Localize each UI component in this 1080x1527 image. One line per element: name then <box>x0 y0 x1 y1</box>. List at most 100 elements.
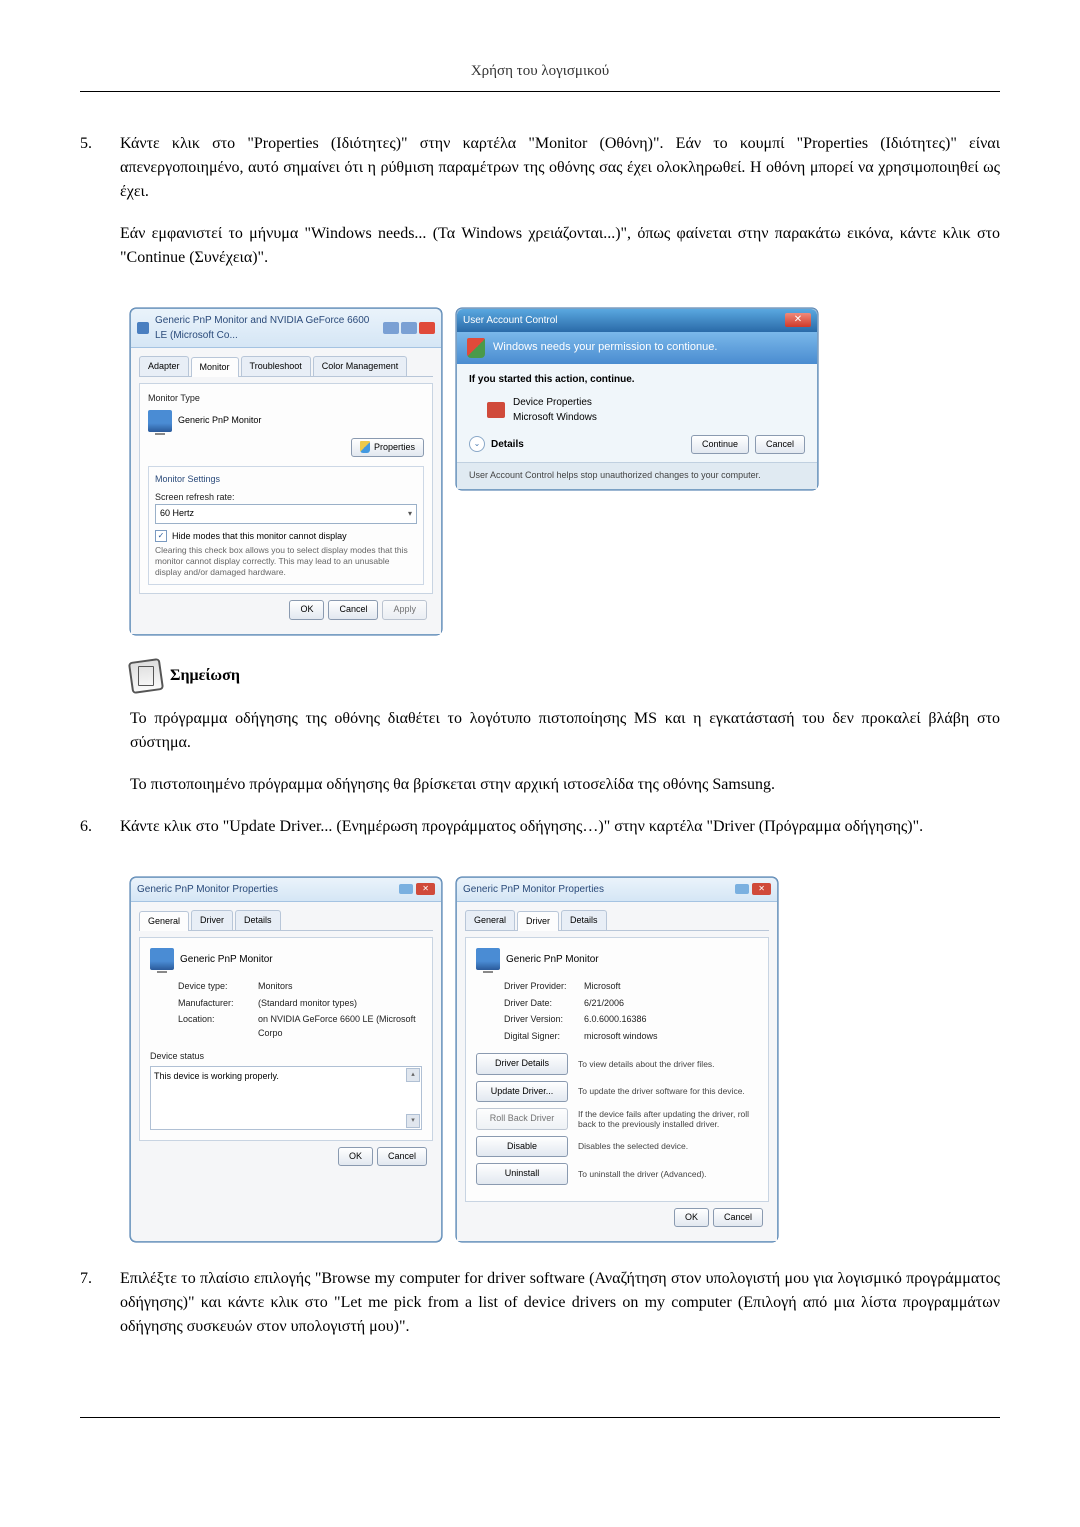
dialog-button-row: OK Cancel <box>139 1141 433 1173</box>
monitor-icon <box>148 410 172 432</box>
minimize-button[interactable] <box>383 322 399 334</box>
driver-date-value: 6/21/2006 <box>584 997 758 1011</box>
page-header: Χρήση του λογισμικού <box>80 60 1000 83</box>
monitor-name: Generic PnP Monitor <box>180 952 273 967</box>
step-5-content: Κάντε κλικ στο "Properties (Ιδιότητες)" … <box>120 132 1000 288</box>
tab-details[interactable]: Details <box>235 910 281 931</box>
ok-button[interactable]: OK <box>289 600 324 620</box>
digital-signer-label: Digital Signer: <box>504 1030 584 1044</box>
driver-details-desc: To view details about the driver files. <box>578 1059 715 1070</box>
monitor-icon <box>476 948 500 970</box>
tabs: General Driver Details <box>465 910 769 932</box>
tab-general[interactable]: General <box>139 911 189 932</box>
manufacturer-label: Manufacturer: <box>178 997 258 1011</box>
monitor-settings-label: Monitor Settings <box>155 473 417 487</box>
close-button[interactable]: ✕ <box>785 313 811 327</box>
step-6-text: Κάντε κλικ στο "Update Driver... (Ενημέρ… <box>120 815 1000 839</box>
uac-title: User Account Control <box>463 313 558 328</box>
monitor-name: Generic PnP Monitor <box>506 952 599 967</box>
expand-icon[interactable]: ⌄ <box>469 436 485 452</box>
monitor-type-label: Monitor Type <box>148 392 424 406</box>
dialog-title: Generic PnP Monitor Properties <box>463 882 729 897</box>
tab-general[interactable]: General <box>465 910 515 931</box>
driver-date-label: Driver Date: <box>504 997 584 1011</box>
location-label: Location: <box>178 1013 258 1040</box>
note-text: Το πρόγραμμα οδήγησης της οθόνης διαθέτε… <box>130 707 1000 797</box>
dialog-titlebar: Generic PnP Monitor Properties ✕ <box>457 878 777 902</box>
tab-details[interactable]: Details <box>561 910 607 931</box>
rollback-driver-button[interactable]: Roll Back Driver <box>476 1108 568 1130</box>
close-button[interactable]: ✕ <box>416 883 435 895</box>
driver-props-general-dialog: Generic PnP Monitor Properties ✕ General… <box>130 877 442 1243</box>
device-status-label: Device status <box>150 1050 422 1064</box>
step-5: 5. Κάντε κλικ στο "Properties (Ιδιότητες… <box>80 132 1000 288</box>
close-button[interactable]: ✕ <box>752 883 771 895</box>
driver-details-button[interactable]: Driver Details <box>476 1053 568 1075</box>
apply-button[interactable]: Apply <box>382 600 427 620</box>
refresh-rate-dropdown[interactable]: 60 Hertz <box>155 504 417 524</box>
device-type-value: Monitors <box>258 980 422 994</box>
update-driver-button[interactable]: Update Driver... <box>476 1081 568 1103</box>
tab-monitor[interactable]: Monitor <box>191 357 239 378</box>
footer-rule <box>80 1417 1000 1418</box>
uac-details-label[interactable]: Details <box>491 437 524 452</box>
uac-banner: Windows needs your permission to contion… <box>457 332 817 364</box>
shield-icon <box>360 441 370 453</box>
window-icon <box>137 322 149 334</box>
uac-device-properties: Device Properties <box>513 395 597 410</box>
step-7: 7. Επιλέξτε το πλαίσιο επιλογής "Browse … <box>80 1267 1000 1357</box>
uac-program-info: Device Properties Microsoft Windows <box>487 395 805 425</box>
cancel-button[interactable]: Cancel <box>377 1147 427 1167</box>
cancel-button[interactable]: Cancel <box>755 435 805 455</box>
note-icon <box>128 658 164 694</box>
step-6: 6. Κάντε κλικ στο "Update Driver... (Ενη… <box>80 815 1000 857</box>
refresh-rate-value: 60 Hertz <box>160 507 194 521</box>
tab-driver[interactable]: Driver <box>191 910 233 931</box>
dialog-button-row: OK Cancel Apply <box>139 594 433 626</box>
manufacturer-value: (Standard monitor types) <box>258 997 422 1011</box>
properties-button-label: Properties <box>374 441 415 455</box>
dialog-titlebar: Generic PnP Monitor and NVIDIA GeForce 6… <box>131 309 441 348</box>
rollback-driver-desc: If the device fails after updating the d… <box>578 1109 758 1130</box>
note-heading-row: Σημείωση <box>130 660 1000 692</box>
cancel-button[interactable]: Cancel <box>328 600 378 620</box>
step-5-text-2: Εάν εμφανιστεί το μήνυμα "Windows needs.… <box>120 222 1000 270</box>
hide-modes-checkbox[interactable]: ✓ <box>155 530 167 542</box>
step-7-text: Επιλέξτε το πλαίσιο επιλογής "Browse my … <box>120 1267 1000 1339</box>
window-buttons <box>383 322 435 334</box>
continue-button[interactable]: Continue <box>691 435 749 455</box>
uninstall-button[interactable]: Uninstall <box>476 1163 568 1185</box>
driver-provider-label: Driver Provider: <box>504 980 584 994</box>
disable-desc: Disables the selected device. <box>578 1141 688 1152</box>
uninstall-desc: To uninstall the driver (Advanced). <box>578 1169 707 1180</box>
driver-version-value: 6.0.6000.16386 <box>584 1013 758 1027</box>
figures-row-2: Generic PnP Monitor Properties ✕ General… <box>130 877 1000 1243</box>
uac-instruction: If you started this action, continue. <box>469 372 805 387</box>
step-number: 7. <box>80 1267 120 1357</box>
monitor-icon <box>150 948 174 970</box>
tab-color-management[interactable]: Color Management <box>313 356 408 377</box>
cancel-button[interactable]: Cancel <box>713 1208 763 1228</box>
help-button[interactable] <box>399 884 413 894</box>
tab-adapter[interactable]: Adapter <box>139 356 189 377</box>
step-6-content: Κάντε κλικ στο "Update Driver... (Ενημέρ… <box>120 815 1000 857</box>
update-driver-desc: To update the driver software for this d… <box>578 1086 745 1097</box>
disable-button[interactable]: Disable <box>476 1136 568 1158</box>
close-button[interactable] <box>419 322 435 334</box>
ok-button[interactable]: OK <box>338 1147 373 1167</box>
uac-body: If you started this action, continue. De… <box>457 364 817 463</box>
tab-driver[interactable]: Driver <box>517 911 559 932</box>
maximize-button[interactable] <box>401 322 417 334</box>
uac-titlebar: User Account Control ✕ <box>457 309 817 332</box>
header-rule <box>80 91 1000 92</box>
properties-button[interactable]: Properties <box>351 438 424 458</box>
ok-button[interactable]: OK <box>674 1208 709 1228</box>
scroll-down[interactable]: ▾ <box>406 1114 420 1128</box>
driver-version-label: Driver Version: <box>504 1013 584 1027</box>
scroll-up[interactable]: ▴ <box>406 1068 420 1082</box>
tab-troubleshoot[interactable]: Troubleshoot <box>241 356 311 377</box>
note-label: Σημείωση <box>170 664 240 688</box>
step-5-text-1: Κάντε κλικ στο "Properties (Ιδιότητες)" … <box>120 132 1000 204</box>
help-button[interactable] <box>735 884 749 894</box>
digital-signer-value: microsoft windows <box>584 1030 758 1044</box>
